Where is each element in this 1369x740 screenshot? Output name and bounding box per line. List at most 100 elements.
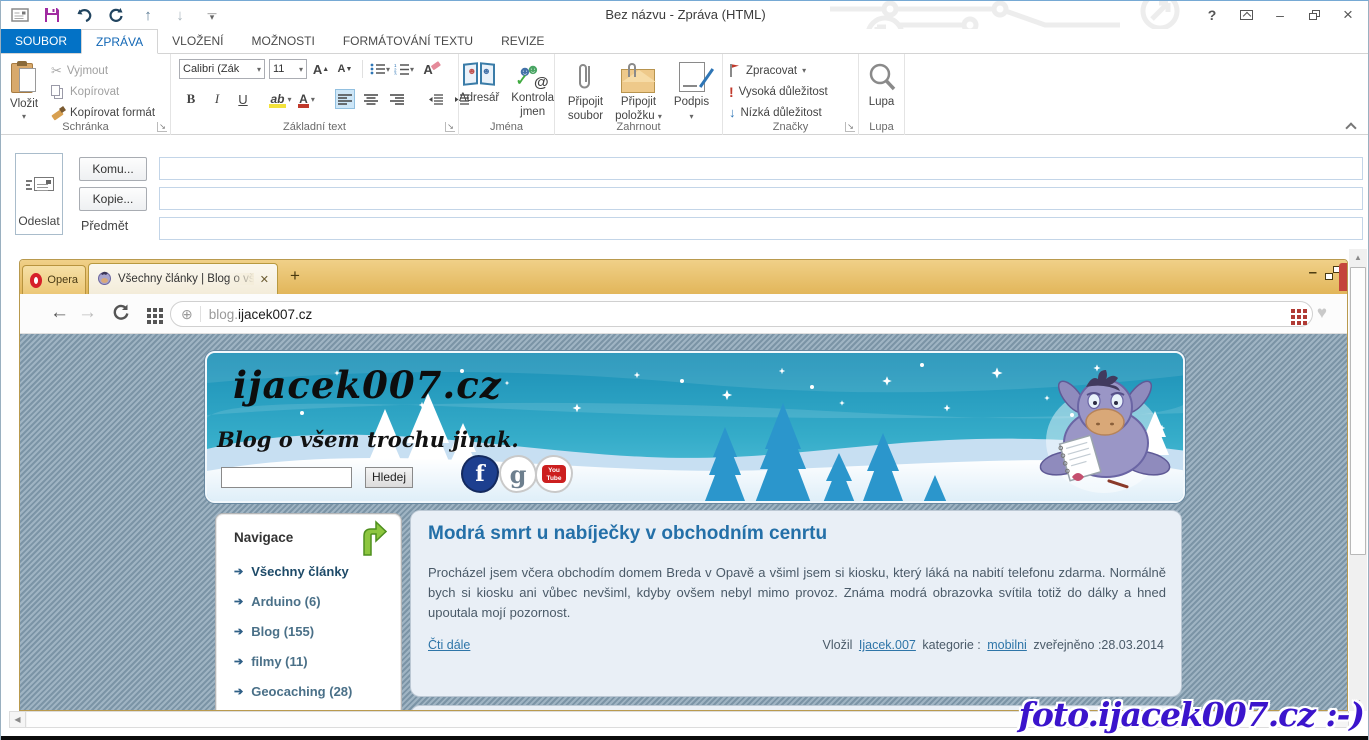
ribbon-group-zoom: Lupa Lupa (859, 54, 905, 135)
to-button[interactable]: Komu... (79, 157, 147, 181)
vertical-scrollbar[interactable]: ▲ ▼ (1349, 249, 1367, 711)
category-link[interactable]: mobilni (987, 638, 1027, 652)
blog-search-button[interactable]: Hledej (365, 467, 413, 488)
ribbon-group-clipboard: Vložit ▾ ✂ Vyjmout Kopírovat Kopírovat f… (1, 54, 171, 135)
cc-field[interactable] (159, 187, 1363, 210)
scroll-left-icon[interactable]: ◀ (10, 712, 26, 727)
follow-up-button[interactable]: Zpracovat▾ (723, 60, 858, 81)
reload-icon[interactable] (112, 303, 130, 326)
new-tab-button[interactable]: + (290, 266, 300, 286)
cut-icon: ✂ (51, 63, 62, 79)
close-icon[interactable]: × (1334, 4, 1362, 26)
opera-menu-button[interactable]: Opera (22, 265, 86, 294)
group-label-include: Zahrnout (555, 121, 722, 133)
address-bar[interactable]: ⊕ blog.ijacek007.cz (170, 301, 1313, 327)
cc-button[interactable]: Kopie... (79, 187, 147, 211)
tab-close-icon[interactable]: ✕ (260, 273, 269, 286)
font-name-combo[interactable]: Calibri (Zák▾ (179, 59, 265, 79)
read-more-link[interactable]: Čti dále (428, 638, 470, 652)
ribbon-display-options-icon[interactable] (1232, 4, 1260, 26)
ribbon: Vložit ▾ ✂ Vyjmout Kopírovat Kopírovat f… (1, 54, 1369, 135)
blog-tagline: Blog o všem trochu jinak. (217, 427, 519, 452)
article-card: Modrá smrt u nabíječky v obchodním cenrt… (410, 510, 1182, 697)
tab-zprava[interactable]: ZPRÁVA (81, 29, 158, 54)
back-icon[interactable]: ← (50, 302, 69, 324)
align-right-icon[interactable] (387, 89, 407, 109)
tags-dialog-launcher-icon[interactable]: ↘ (845, 122, 855, 132)
article-title[interactable]: Modrá smrt u nabíječky v obchodním cenrt… (428, 523, 827, 545)
tab-revize[interactable]: REVIZE (487, 29, 558, 53)
numbering-icon[interactable]: 123 ▾ (394, 59, 414, 79)
window-title: Bez názvu - Zpráva (HTML) (1, 1, 1369, 29)
paste-icon (9, 61, 39, 95)
sidebar-item-arduino[interactable]: ➔Arduino (6) (234, 591, 394, 611)
window-controls: ? – × (1198, 1, 1362, 29)
opera-logo-icon (30, 273, 42, 288)
low-importance-button[interactable]: ↓ Nízká důležitost (723, 102, 858, 123)
high-importance-button[interactable]: ! Vysoká důležitost (723, 81, 858, 102)
opera-minimize-icon[interactable]: – (1309, 264, 1317, 281)
extensions-icon[interactable] (1291, 309, 1295, 313)
group-label-zoom: Lupa (859, 121, 904, 133)
align-left-icon[interactable] (335, 89, 355, 109)
opera-active-tab[interactable]: Všechny články | Blog o vš ✕ (88, 263, 278, 294)
cut-button[interactable]: ✂ Vyjmout (47, 61, 159, 80)
minimize-icon[interactable]: – (1266, 4, 1294, 26)
vertical-scroll-thumb[interactable] (1350, 267, 1366, 555)
to-field[interactable] (159, 157, 1363, 180)
paperclip-icon (576, 61, 594, 93)
copy-button[interactable]: Kopírovat (47, 82, 159, 101)
blog-search-input[interactable] (221, 467, 352, 488)
italic-icon[interactable]: I (207, 89, 227, 109)
tab-soubor[interactable]: SOUBOR (1, 29, 81, 53)
sidebar-item-all-articles[interactable]: ➔Všechny články (234, 561, 394, 581)
highlight-icon[interactable]: ab▾ (271, 89, 291, 109)
clear-formatting-icon[interactable]: A (418, 59, 438, 79)
send-button[interactable]: Odeslat (15, 153, 63, 235)
underline-icon[interactable]: U (233, 89, 253, 109)
youtube-icon[interactable]: YouTube (537, 457, 571, 491)
bullets-icon[interactable]: ▾ (370, 59, 390, 79)
font-size-combo[interactable]: 11▾ (269, 59, 307, 79)
blog-site-title[interactable]: ijacek007.cz (233, 363, 502, 407)
tab-formatovani-textu[interactable]: FORMÁTOVÁNÍ TEXTU (329, 29, 487, 53)
site-badge-icon[interactable]: ⊕ (181, 306, 193, 323)
bold-icon[interactable]: B (181, 89, 201, 109)
ribbon-group-basic-text: Calibri (Zák▾ 11▾ A▲ A▼ ▾ 123 ▾ A (171, 54, 459, 135)
scroll-up-icon[interactable]: ▲ (1349, 249, 1367, 266)
tab-moznosti[interactable]: MOŽNOSTI (238, 29, 329, 53)
sidebar-item-filmy[interactable]: ➔filmy (11) (234, 651, 394, 671)
sidebar-item-blog[interactable]: ➔Blog (155) (234, 621, 394, 641)
bookmark-heart-icon[interactable]: ♥ (1317, 303, 1327, 323)
forward-icon[interactable]: → (78, 302, 97, 324)
sidebar-item-geocaching[interactable]: ➔Geocaching (28) (234, 681, 394, 701)
google-icon[interactable]: g (501, 457, 535, 491)
author-link[interactable]: Ijacek.007 (859, 638, 916, 652)
speed-dial-icon[interactable] (147, 308, 151, 312)
decrease-indent-icon[interactable] (425, 89, 445, 109)
eeyore-character (1038, 370, 1172, 493)
green-arrow-icon (357, 520, 387, 561)
article-meta: Vložil Ijacek.007 kategorie : mobilni zv… (820, 638, 1164, 652)
subject-field[interactable] (159, 217, 1363, 240)
clipboard-dialog-launcher-icon[interactable]: ↘ (157, 122, 167, 132)
blog-header-banner: ijacek007.cz Blog o všem trochu jinak. H… (205, 351, 1185, 503)
help-icon[interactable]: ? (1198, 4, 1226, 26)
format-painter-button[interactable]: Kopírovat formát (47, 103, 159, 122)
font-color-icon[interactable]: A▾ (297, 89, 317, 109)
ribbon-group-tags: Zpracovat▾ ! Vysoká důležitost ↓ Nízká d… (723, 54, 859, 135)
check-names-icon: ☻☻ ✓@ (516, 61, 550, 89)
tab-vlozeni[interactable]: VLOŽENÍ (158, 29, 237, 53)
grow-font-icon[interactable]: A▲ (311, 59, 331, 79)
high-importance-icon: ! (729, 84, 734, 100)
restore-icon[interactable] (1300, 4, 1328, 26)
send-icon (26, 176, 54, 194)
collapse-ribbon-icon[interactable] (1346, 122, 1356, 130)
shrink-font-icon[interactable]: A▼ (335, 59, 355, 79)
message-body[interactable]: Opera Všechny články | Blog o vš ✕ + – (1, 247, 1369, 737)
align-center-icon[interactable] (361, 89, 381, 109)
window-bottom-edge (1, 736, 1369, 740)
outlook-message-window: ↑ ↓ ―▾ Bez názvu - Zpráva (HTML) ? – × S… (0, 0, 1369, 740)
opera-window-controls: – (1309, 264, 1333, 281)
opera-close-icon[interactable] (1339, 263, 1347, 291)
